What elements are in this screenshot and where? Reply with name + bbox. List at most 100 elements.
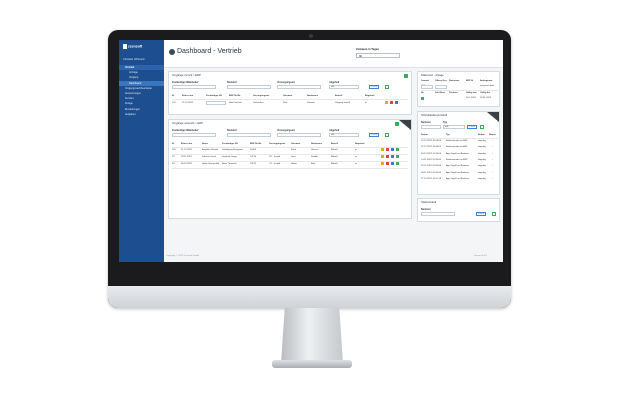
- filter-button[interactable]: Filtern: [476, 212, 487, 216]
- table-cell: App Zugriff auf Bodenw.: [446, 152, 470, 155]
- filter-button[interactable]: Filtern: [467, 125, 478, 129]
- reset-button[interactable]: [480, 125, 484, 129]
- panel-vorgaenge-zurueck: Vorgänge zurück > ERP Zuständiger Mitarb…: [168, 71, 412, 115]
- brand[interactable]: zsensoft: [123, 44, 142, 49]
- table-divider: [172, 168, 408, 169]
- filter-label: Standort: [227, 129, 237, 132]
- table-cell: Vorfolgung Entegritter: [222, 149, 244, 151]
- table-cell: Betreff: [331, 149, 338, 151]
- open-icon[interactable]: [391, 155, 395, 159]
- monitor-stand: [281, 308, 343, 364]
- chevron-right-icon[interactable]: ›: [492, 146, 493, 148]
- table-cell: 22.12.2022 10:08:03: [421, 146, 442, 149]
- filter-label: Zuständiger Mitarbeiter: [172, 81, 199, 84]
- delete-icon[interactable]: [386, 162, 390, 166]
- table-header: Erfasst am: [181, 143, 193, 145]
- filter-select[interactable]: alle: [329, 133, 359, 137]
- check-icon[interactable]: [396, 162, 400, 166]
- edit-icon[interactable]: [381, 155, 385, 159]
- edit-icon[interactable]: [381, 162, 385, 166]
- filter-select[interactable]: alle: [329, 85, 359, 89]
- table-cell: abgeltig: [478, 177, 486, 180]
- sidebar-item[interactable]: Aufgaben: [119, 112, 164, 117]
- check-icon[interactable]: [421, 96, 425, 100]
- table-header: Betreff: [331, 143, 339, 145]
- panel-ribbon: [487, 112, 499, 122]
- nummer-input[interactable]: [421, 212, 455, 216]
- edit-icon[interactable]: [381, 148, 385, 152]
- table-header: ID: [172, 95, 175, 97]
- table-header: Vorsorgungsart: [253, 95, 270, 97]
- monitor-chin: [108, 286, 511, 308]
- table-header: Typ: [446, 134, 450, 136]
- reset-button[interactable]: [385, 133, 389, 137]
- table-cell: 08.12.2022: [181, 163, 192, 165]
- chevron-right-icon[interactable]: ›: [492, 153, 493, 155]
- chevron-right-icon[interactable]: ›: [492, 159, 493, 161]
- filter-select[interactable]: [227, 133, 271, 137]
- table-cell: Giersen: [311, 149, 319, 151]
- open-icon[interactable]: [395, 100, 399, 104]
- panel-datensatz: Datensatz - Anlage Gesamt Offene Ges. Date…: [417, 71, 500, 107]
- filter-select[interactable]: [277, 133, 321, 137]
- check-icon[interactable]: [396, 155, 400, 159]
- assignee-select[interactable]: [206, 101, 226, 105]
- table-cell: Heike Sonnenfeld: [202, 163, 220, 165]
- zeitraum-input[interactable]: 30: [356, 53, 400, 58]
- panel-title: Vorgänge zurück > ERP: [172, 74, 201, 77]
- check-icon[interactable]: [396, 148, 400, 152]
- edit-icon[interactable]: [385, 100, 389, 104]
- table-cell: 22.12.2022 10:08:03: [421, 140, 442, 142]
- count-select[interactable]: [421, 84, 433, 89]
- table-header: Vorsorgungsart: [269, 143, 286, 145]
- sidebar-user[interactable]: Christian Wittmann: [123, 58, 145, 61]
- chevron-right-icon[interactable]: ›: [492, 178, 493, 180]
- reset-button[interactable]: [385, 85, 389, 89]
- table-header: Zustand: [449, 92, 458, 94]
- table-header: Datensatz: [449, 80, 460, 82]
- brand-name: zsensoft: [128, 44, 143, 49]
- open-icon[interactable]: [391, 148, 395, 152]
- table-header: Zuständiger Mi.: [222, 143, 239, 145]
- panel-ribbon: [399, 120, 411, 130]
- panel-title: Schnittstellenprotokoll: [421, 114, 448, 117]
- delete-icon[interactable]: [386, 148, 390, 152]
- panel-schnittstellenprotokoll: Schnittstellenprotokoll Nummer Typ alle Fil…: [417, 111, 500, 195]
- table-header: Anfragenart: [480, 80, 493, 82]
- footer-version: Version 0.0.6: [474, 255, 487, 257]
- panel-title: Datensatz - Anlage: [421, 74, 444, 77]
- filter-select[interactable]: [227, 85, 271, 89]
- table-header: ERP Id: [466, 80, 474, 82]
- panel-statprotokoll: Statprotokoll Nummer Filtern: [417, 198, 500, 222]
- nummer-input[interactable]: [421, 125, 441, 129]
- chevron-right-icon[interactable]: ›: [492, 172, 493, 174]
- add-icon[interactable]: [404, 74, 408, 78]
- filter-select[interactable]: [172, 85, 216, 89]
- table-cell: abgeltig: [478, 171, 486, 174]
- open-icon[interactable]: [391, 162, 395, 166]
- chevron-right-icon[interactable]: ›: [492, 140, 493, 142]
- delete-icon[interactable]: [390, 100, 394, 104]
- chevron-right-icon[interactable]: ›: [492, 165, 493, 167]
- filter-button[interactable]: Filtern: [369, 133, 380, 137]
- delete-icon[interactable]: [386, 155, 390, 159]
- filter-select[interactable]: [172, 133, 216, 137]
- table-header: Vorname: [291, 143, 301, 145]
- table-cell: Bodenwunder an ERP: [446, 140, 468, 142]
- count-select[interactable]: [435, 84, 447, 89]
- reset-button[interactable]: [492, 212, 496, 216]
- table-cell: 27.10.2022 10:01:13: [421, 177, 442, 180]
- table-header: Abgeholt: [365, 95, 375, 97]
- table-divider: [172, 161, 408, 162]
- filter-button[interactable]: Filtern: [369, 85, 380, 89]
- table-header: Zeitl Best: [435, 92, 445, 94]
- table-header: Gesamt: [421, 80, 430, 82]
- table-cell: Betreff: [331, 156, 338, 158]
- filter-label: Nummer: [421, 121, 431, 124]
- table-cell: 13272: [250, 163, 257, 165]
- table-cell: 13.11.2022 10:33:06: [421, 165, 441, 168]
- typ-select[interactable]: alle: [443, 125, 465, 129]
- table-cell: 14.11.2022 10:33:06: [421, 158, 441, 161]
- add-icon[interactable]: [395, 122, 399, 126]
- filter-select[interactable]: [277, 85, 321, 89]
